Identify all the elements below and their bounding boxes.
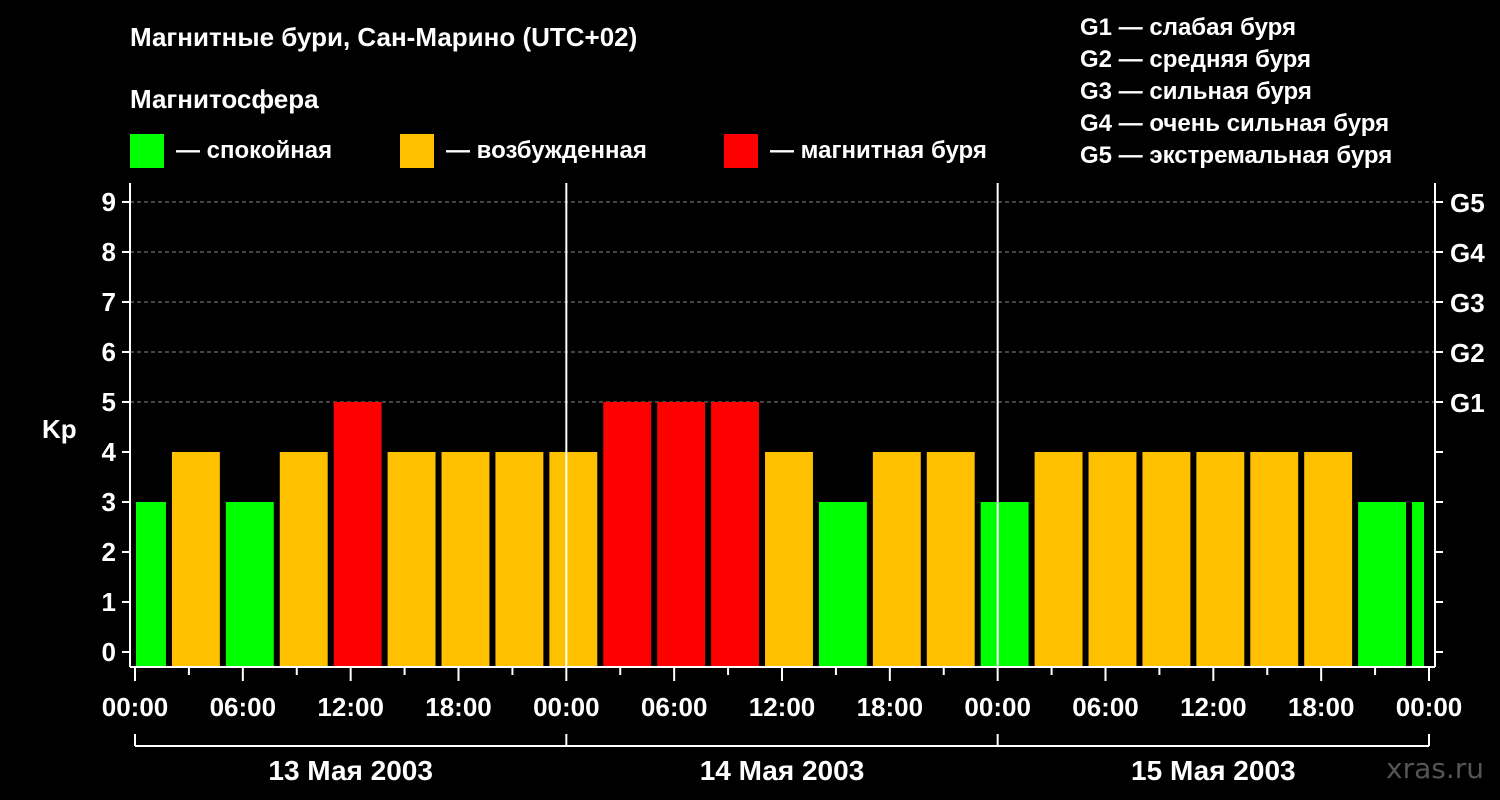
y-tick-label: 2: [102, 537, 116, 567]
day-label: 13 Мая 2003: [268, 755, 433, 786]
day-label: 14 Мая 2003: [700, 755, 865, 786]
kp-bar: [765, 452, 813, 667]
x-tick-label: 06:00: [210, 692, 277, 722]
kp-bar: [926, 452, 975, 667]
x-tick-label: 00:00: [964, 692, 1031, 722]
y-tick-label: 9: [102, 187, 116, 217]
kp-bar: [1412, 502, 1424, 667]
kp-bar: [980, 502, 1029, 667]
kp-bar: [136, 502, 166, 667]
kp-bar: [1034, 452, 1083, 667]
g-scale-label: G4: [1450, 238, 1485, 268]
y-tick-label: 5: [102, 387, 116, 417]
kp-bar: [225, 502, 274, 667]
y-tick-label: 7: [102, 287, 116, 317]
y-tick-label: 6: [102, 337, 116, 367]
kp-bar: [495, 452, 544, 667]
g-scale-label: G1: [1450, 388, 1485, 418]
kp-bar: [279, 452, 328, 667]
day-label: 15 Мая 2003: [1131, 755, 1296, 786]
kp-bar: [818, 502, 867, 667]
kp-bar: [1304, 452, 1353, 667]
kp-bar: [387, 452, 436, 667]
x-tick-label: 00:00: [102, 692, 169, 722]
x-tick-label: 18:00: [857, 692, 924, 722]
kp-bar: [872, 452, 921, 667]
y-tick-label: 4: [102, 437, 117, 467]
y-tick-label: 8: [102, 237, 116, 267]
x-tick-label: 12:00: [1180, 692, 1247, 722]
x-tick-label: 00:00: [1396, 692, 1463, 722]
g-scale-label: G2: [1450, 338, 1485, 368]
y-tick-label: 1: [102, 587, 116, 617]
x-tick-label: 00:00: [533, 692, 600, 722]
kp-bar: [1142, 452, 1191, 667]
kp-bar: [441, 452, 490, 667]
kp-bar: [1196, 452, 1245, 667]
y-tick-label: 3: [102, 487, 116, 517]
x-tick-label: 06:00: [1072, 692, 1139, 722]
kp-bar: [171, 452, 220, 667]
x-tick-label: 18:00: [1288, 692, 1355, 722]
x-tick-label: 12:00: [317, 692, 384, 722]
kp-bar: [657, 402, 706, 667]
kp-bar: [1358, 502, 1407, 667]
x-tick-label: 18:00: [425, 692, 492, 722]
y-axis-label: Kp: [42, 414, 77, 444]
y-tick-label: 0: [102, 637, 116, 667]
g-scale-label: G5: [1450, 188, 1485, 218]
x-tick-label: 06:00: [641, 692, 708, 722]
kp-bar: [1250, 452, 1299, 667]
kp-bar: [603, 402, 652, 667]
kp-bar: [1088, 452, 1137, 667]
kp-bar: [333, 402, 382, 667]
kp-bar: [549, 452, 598, 667]
watermark: xras.ru: [1386, 752, 1484, 785]
g-scale-label: G3: [1450, 288, 1485, 318]
kp-bar: [711, 402, 760, 667]
x-tick-label: 12:00: [749, 692, 816, 722]
kp-chart: 0 1 2 3 4 5 6 7 8 9 Kp G1 G2 G3 G4 G5 00:00 06:00 12:00 18:…: [42, 183, 1485, 786]
